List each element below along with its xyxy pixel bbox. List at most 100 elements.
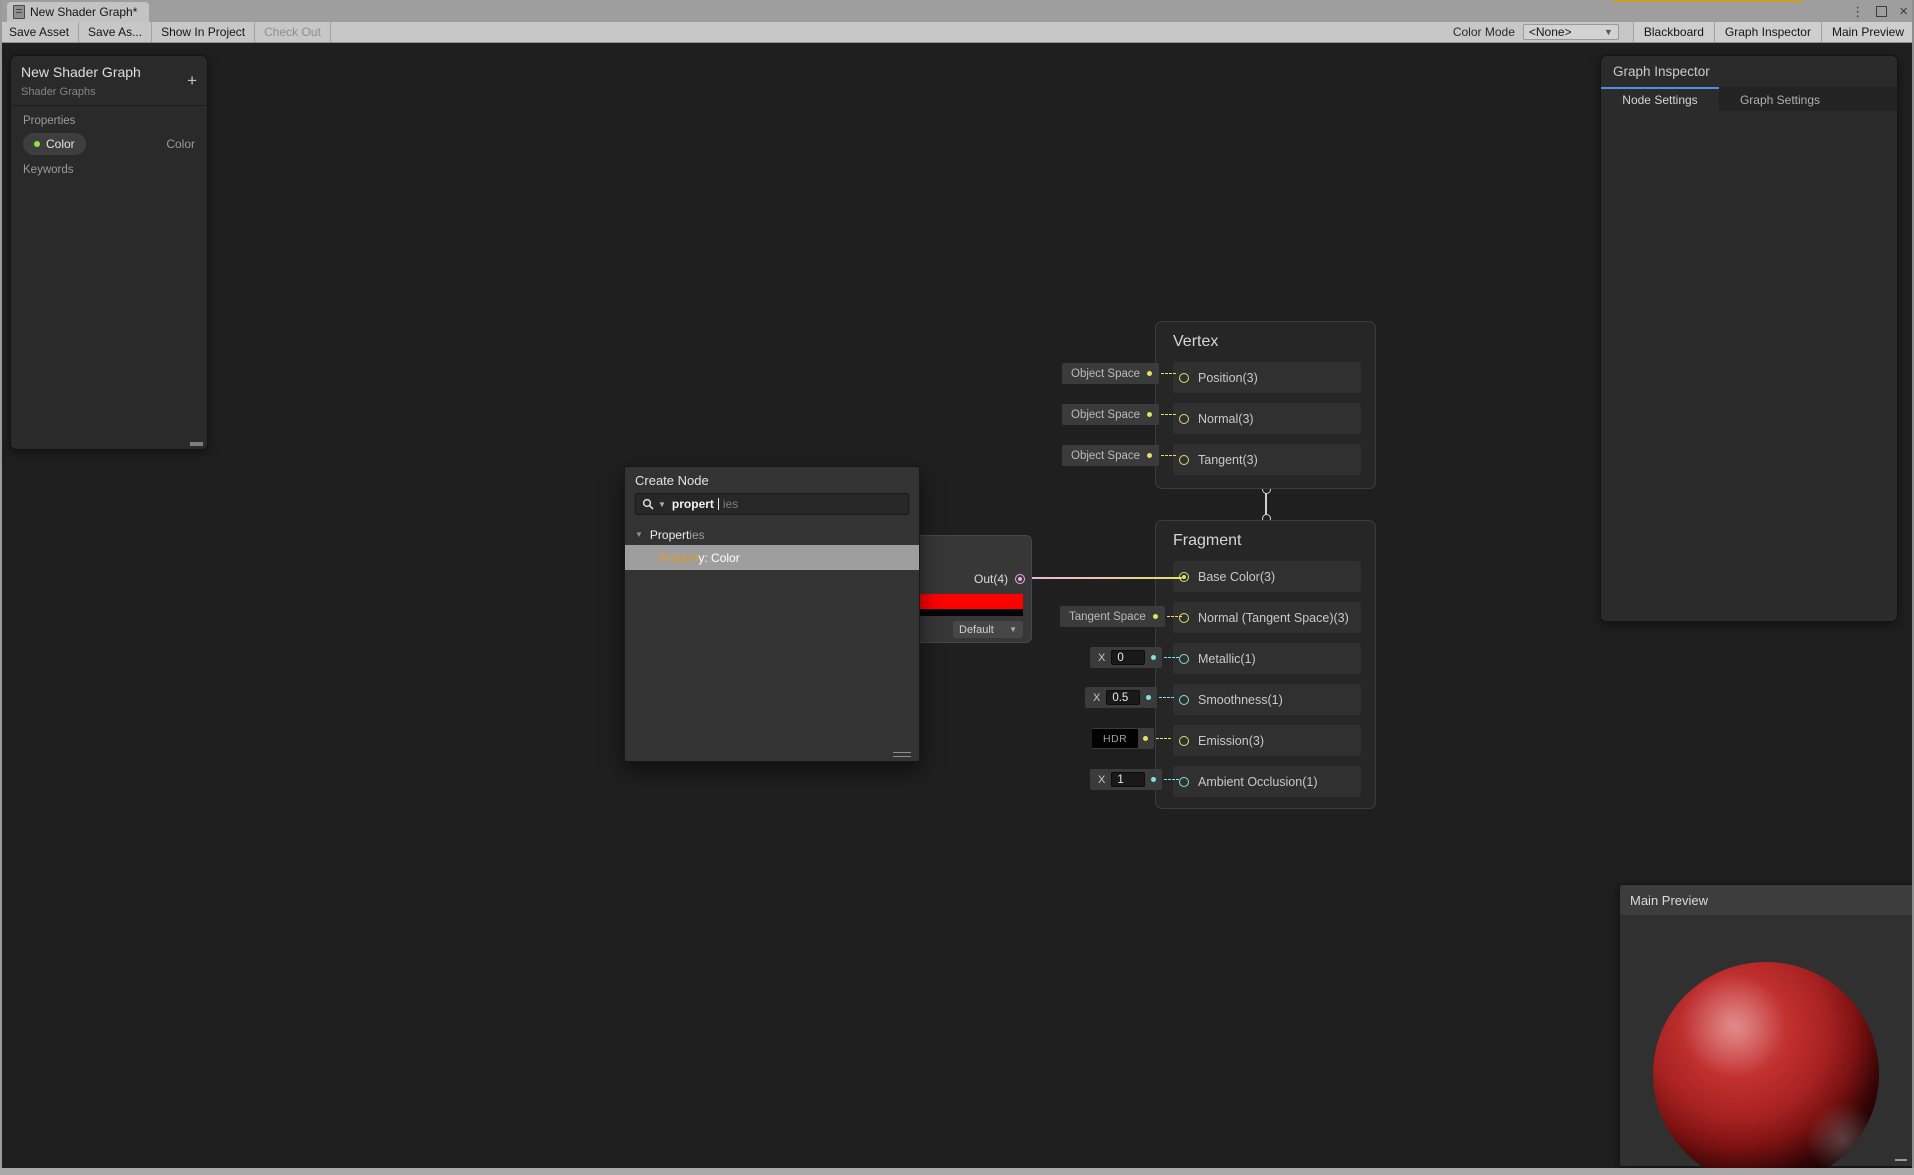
edge-color-to-basecolor[interactable] bbox=[1029, 577, 1182, 579]
document-tab-label: New Shader Graph* bbox=[30, 5, 138, 19]
blackboard-resize-handle[interactable] bbox=[190, 442, 203, 446]
port-dot-icon bbox=[1147, 453, 1153, 458]
group-properties[interactable]: ▼ Properties bbox=[625, 524, 919, 545]
position-port[interactable] bbox=[1179, 372, 1189, 383]
port-dot-icon bbox=[1152, 614, 1158, 619]
tab-node-settings[interactable]: Node Settings bbox=[1601, 87, 1719, 111]
create-node-title: Create Node bbox=[635, 473, 709, 488]
graph-inspector-toggle-button[interactable]: Graph Inspector bbox=[1713, 22, 1821, 42]
smoothness-value-field[interactable]: 0.5 bbox=[1106, 690, 1141, 705]
metallic-value-field[interactable]: 0 bbox=[1111, 650, 1146, 665]
graph-inspector-title: Graph Inspector bbox=[1613, 64, 1710, 79]
document-tab[interactable]: New Shader Graph* bbox=[7, 2, 149, 22]
search-icon bbox=[642, 498, 654, 510]
color-mode-mini-value: Default bbox=[959, 623, 994, 636]
dashed-connector bbox=[1161, 414, 1177, 415]
main-preview-toggle-button[interactable]: Main Preview bbox=[1820, 22, 1914, 42]
list-item-property-color[interactable]: Property: Color bbox=[625, 545, 919, 570]
preview-resize-handle[interactable] bbox=[1895, 1159, 1907, 1161]
emission-hdr-chip[interactable]: HDR bbox=[1092, 728, 1172, 749]
add-property-button[interactable]: + bbox=[187, 72, 197, 89]
color-mode-mini-dropdown[interactable]: Default ▼ bbox=[953, 621, 1023, 638]
chevron-down-icon: ▼ bbox=[1603, 27, 1613, 37]
normal-ts-row: Normal (Tangent Space)(3) bbox=[1173, 602, 1361, 633]
emission-row: Emission(3) bbox=[1173, 725, 1361, 756]
base-color-row: Base Color(3) bbox=[1173, 561, 1361, 592]
color-property-type: Color bbox=[166, 137, 195, 151]
port-dot-icon bbox=[1147, 412, 1153, 417]
dashed-connector bbox=[1161, 373, 1177, 374]
toolbar: Save Asset Save As... Show In Project Ch… bbox=[0, 22, 1914, 43]
metallic-port[interactable] bbox=[1179, 653, 1189, 664]
graph-inspector-panel: Graph Inspector Node Settings Graph Sett… bbox=[1600, 55, 1898, 622]
normal-space-chip-fragment[interactable]: Tangent Space bbox=[1060, 606, 1182, 627]
dashed-connector bbox=[1164, 657, 1180, 658]
property-type-dot-icon bbox=[34, 141, 40, 147]
metallic-row: Metallic(1) bbox=[1173, 643, 1361, 674]
normal-port[interactable] bbox=[1179, 413, 1189, 424]
shader-graph-window: New Shader Graph* ⋮ × Save Asset Save As… bbox=[0, 0, 1914, 1175]
color-mode-label: Color Mode bbox=[1452, 25, 1515, 39]
tangent-row: Tangent(3) bbox=[1173, 444, 1361, 475]
color-property-pill[interactable]: Color bbox=[23, 133, 86, 155]
position-space-chip[interactable]: Object Space bbox=[1062, 363, 1177, 384]
position-row: Position(3) bbox=[1173, 362, 1361, 393]
search-query-text: propert bbox=[671, 497, 714, 511]
window-close-icon[interactable]: × bbox=[1899, 4, 1908, 19]
save-as-button[interactable]: Save As... bbox=[79, 22, 153, 42]
save-asset-button[interactable]: Save Asset bbox=[0, 22, 80, 42]
normal-space-chip[interactable]: Object Space bbox=[1062, 404, 1177, 425]
ambient-occlusion-default-chip: X 1 bbox=[1090, 769, 1180, 790]
dashed-connector bbox=[1164, 779, 1180, 780]
dashed-connector bbox=[1166, 616, 1182, 617]
smoothness-default-chip: X 0.5 bbox=[1085, 687, 1175, 708]
color-node-out-label: Out(4) bbox=[973, 572, 1008, 586]
color-mode-value: <None> bbox=[1528, 25, 1572, 39]
main-preview-panel: Main Preview bbox=[1619, 884, 1914, 1175]
top-gold-strip bbox=[1613, 0, 1803, 2]
window-border-left bbox=[0, 0, 2, 1175]
blackboard-panel: New Shader Graph Shader Graphs + Propert… bbox=[10, 55, 208, 450]
ambient-occlusion-value-field[interactable]: 1 bbox=[1111, 772, 1146, 787]
vertex-node-title: Vertex bbox=[1173, 333, 1219, 350]
hdr-color-field[interactable]: HDR bbox=[1092, 729, 1139, 748]
preview-sphere bbox=[1653, 962, 1879, 1175]
tab-graph-settings[interactable]: Graph Settings bbox=[1719, 87, 1841, 111]
port-dot-icon bbox=[1151, 655, 1157, 660]
window-maximize-icon[interactable] bbox=[1876, 5, 1888, 17]
expanded-triangle-icon[interactable]: ▼ bbox=[635, 530, 643, 539]
blackboard-subtitle: Shader Graphs bbox=[21, 86, 96, 98]
dialog-resize-handle[interactable] bbox=[893, 752, 911, 757]
color-property-name: Color bbox=[46, 137, 75, 151]
shader-asset-icon bbox=[13, 5, 25, 19]
properties-section-label: Properties bbox=[23, 115, 76, 127]
dashed-connector bbox=[1159, 697, 1175, 698]
color-mode-dropdown[interactable]: <None> ▼ bbox=[1522, 24, 1619, 40]
dashed-connector bbox=[1161, 455, 1177, 456]
emission-port[interactable] bbox=[1179, 735, 1189, 746]
dashed-connector bbox=[1156, 738, 1172, 739]
search-filter-chevron-icon[interactable]: ▼ bbox=[658, 500, 666, 509]
smoothness-row: Smoothness(1) bbox=[1173, 684, 1361, 715]
tangent-space-chip[interactable]: Object Space bbox=[1062, 445, 1177, 466]
ambient-occlusion-port[interactable] bbox=[1179, 776, 1189, 787]
tangent-port[interactable] bbox=[1179, 454, 1189, 465]
show-in-project-button[interactable]: Show In Project bbox=[152, 22, 256, 42]
port-dot-icon bbox=[1146, 695, 1152, 700]
search-input[interactable]: ▼ propert ies bbox=[635, 493, 909, 515]
vertex-fragment-edge[interactable] bbox=[1265, 493, 1267, 516]
ambient-occlusion-row: Ambient Occlusion(1) bbox=[1173, 766, 1361, 797]
smoothness-port[interactable] bbox=[1179, 694, 1189, 705]
fragment-node[interactable]: Fragment Base Color(3) Normal (Tangent S… bbox=[1155, 520, 1376, 809]
vertex-node[interactable]: Vertex Position(3) Normal(3) Tangent(3) bbox=[1155, 321, 1376, 489]
out-vec4-port[interactable] bbox=[1015, 574, 1025, 584]
port-dot-icon bbox=[1143, 736, 1149, 741]
keywords-section-label: Keywords bbox=[23, 164, 74, 176]
metallic-default-chip: X 0 bbox=[1090, 647, 1180, 668]
text-caret bbox=[717, 498, 719, 510]
create-node-dialog: Create Node ▼ propert ies ▼ Properties P… bbox=[624, 466, 920, 762]
window-menu-icon[interactable]: ⋮ bbox=[1851, 5, 1864, 18]
property-row: Color Color bbox=[11, 130, 207, 155]
port-dot-icon bbox=[1151, 777, 1157, 782]
blackboard-toggle-button[interactable]: Blackboard bbox=[1632, 22, 1714, 42]
